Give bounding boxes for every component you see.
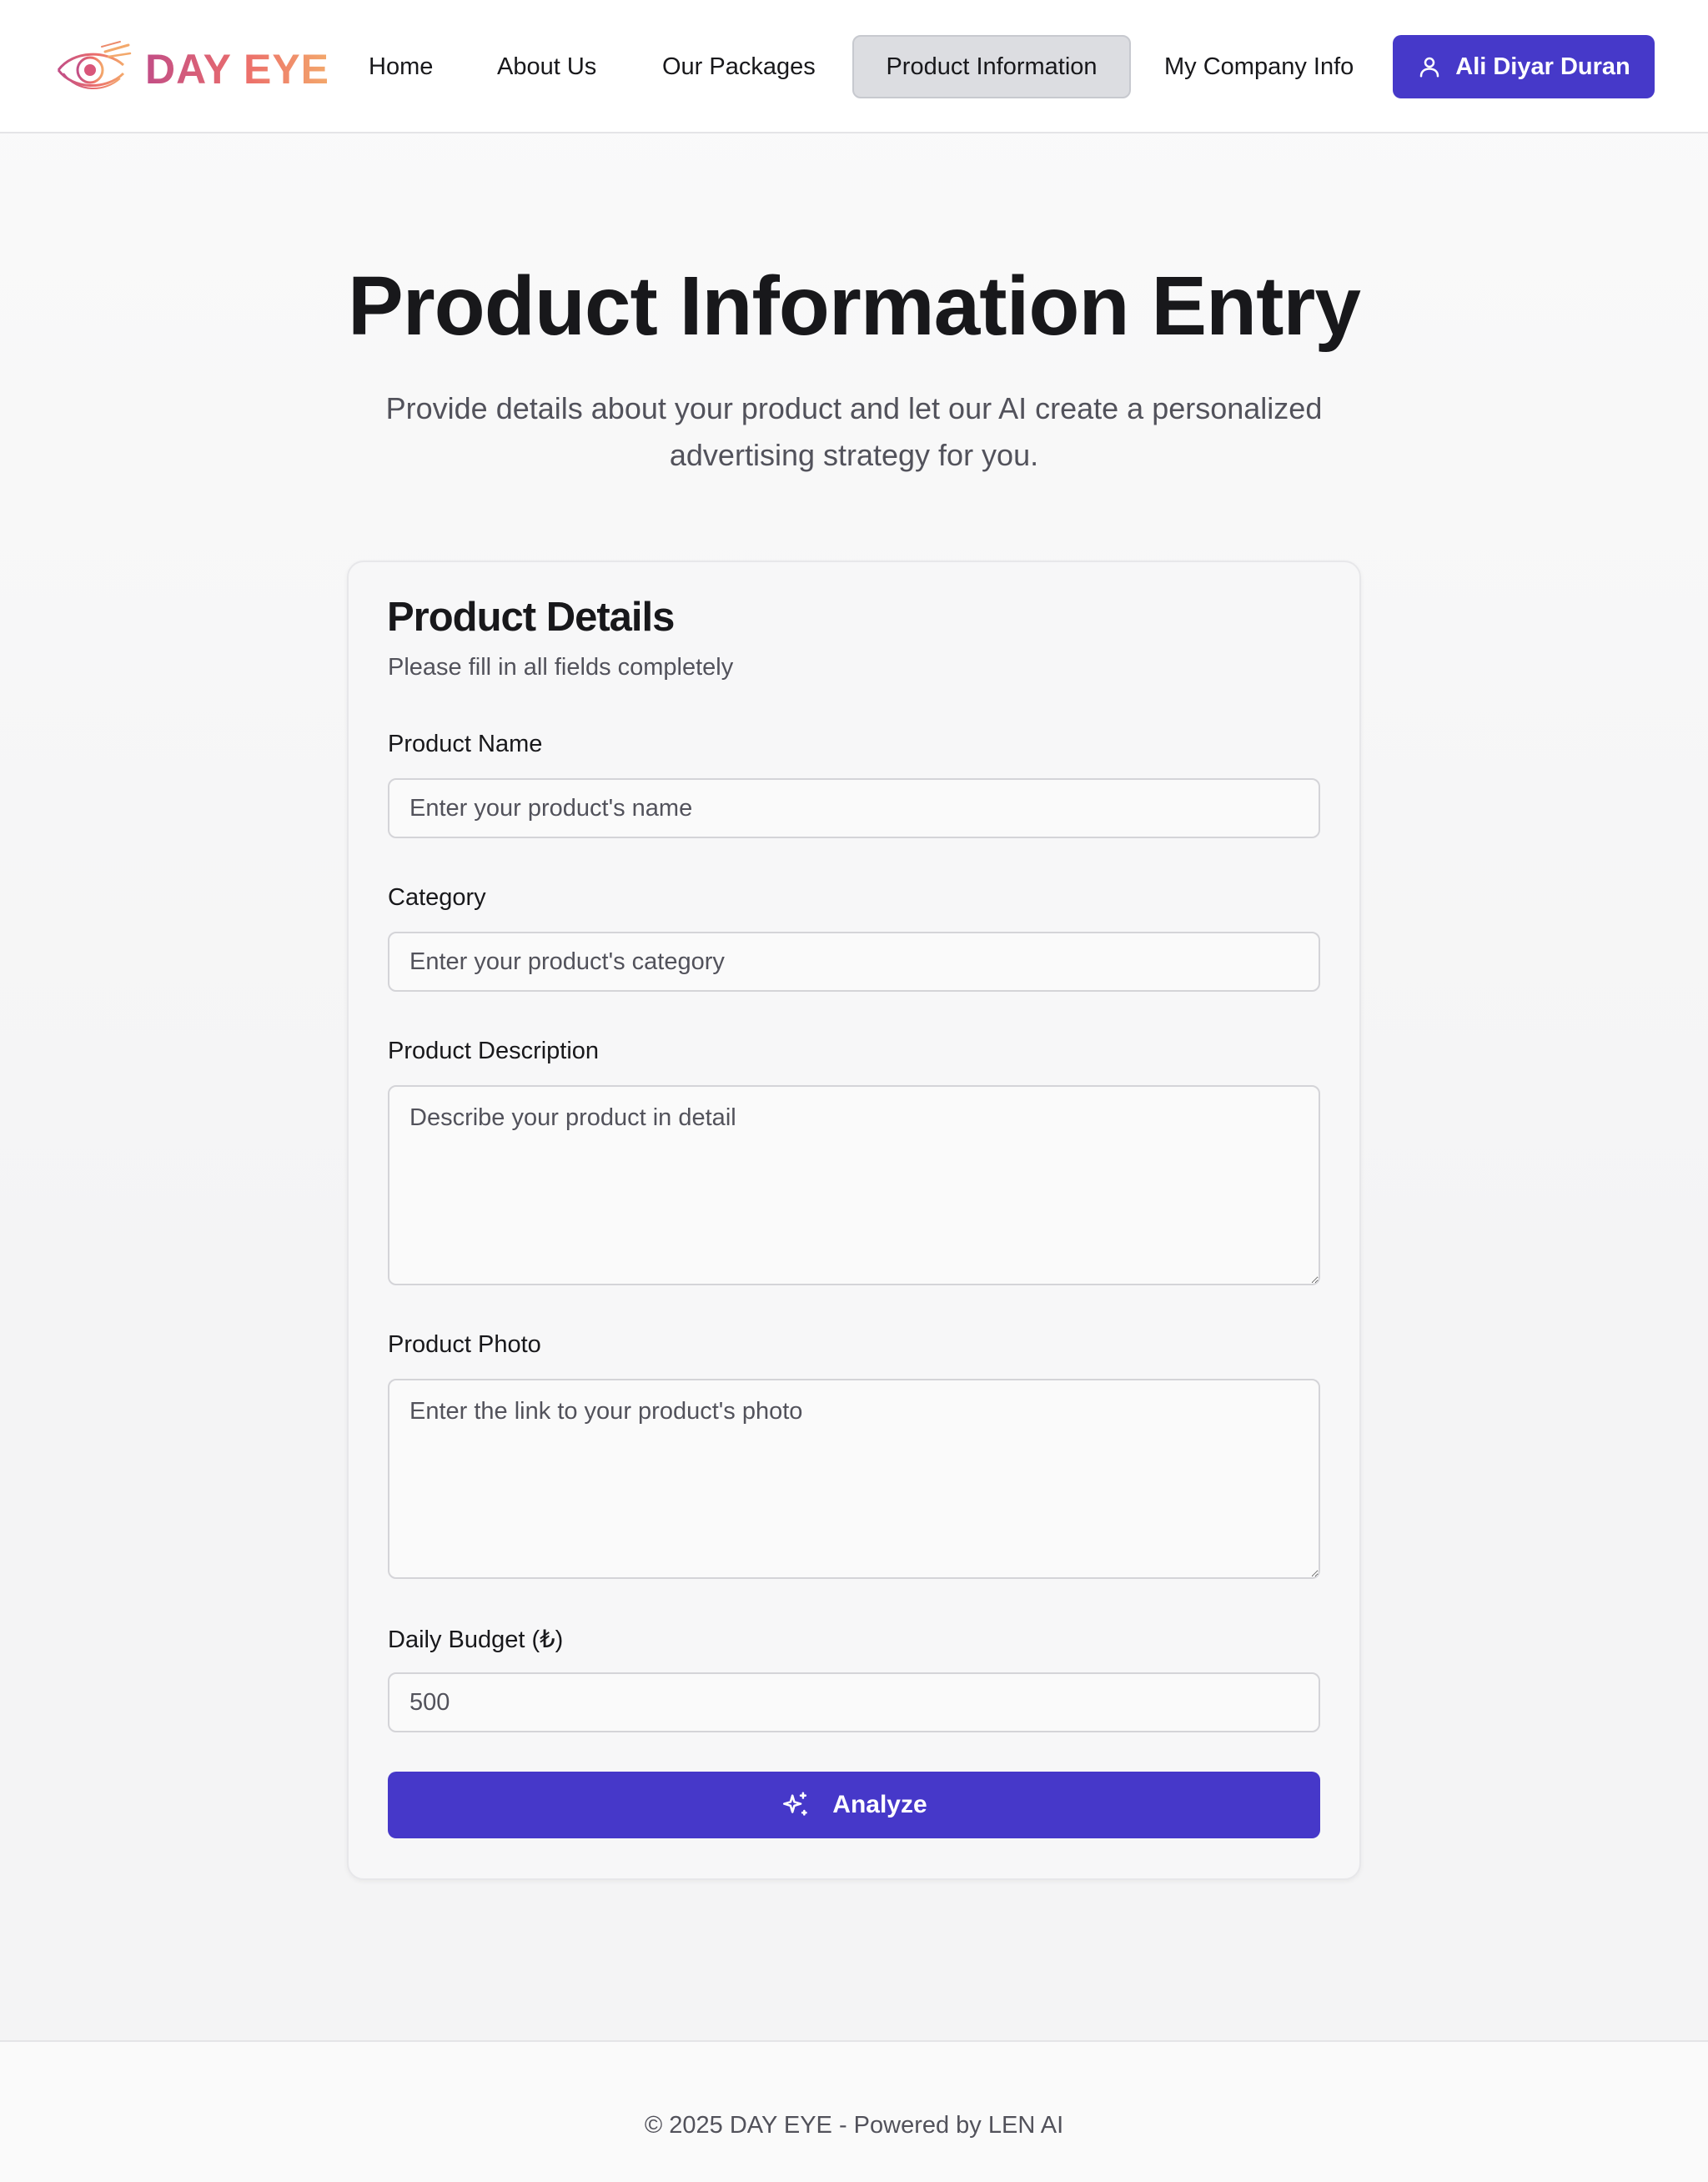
card-description: Please fill in all fields completely: [388, 654, 734, 681]
user-profile-button[interactable]: Ali Diyar Duran: [1393, 35, 1655, 98]
daily-budget-input[interactable]: [388, 1672, 1320, 1732]
product-name-input[interactable]: [388, 778, 1320, 838]
user-name: Ali Diyar Duran: [1455, 53, 1630, 80]
product-name-label: Product Name: [388, 731, 543, 757]
nav-product-information[interactable]: Product Information: [852, 35, 1131, 98]
analyze-button[interactable]: Analyze: [388, 1772, 1320, 1838]
eye-logo-icon: [57, 41, 132, 89]
product-photo-label: Product Photo: [388, 1331, 541, 1358]
nav-our-packages[interactable]: Our Packages: [662, 35, 816, 98]
analyze-button-label: Analyze: [832, 1791, 927, 1818]
nav-home[interactable]: Home: [369, 35, 433, 98]
top-navbar: DAY EYE Home About Us Our Packages Produ…: [0, 0, 1708, 133]
daily-budget-label: Daily Budget (₺): [388, 1626, 564, 1653]
page-title: Product Information Entry: [348, 259, 1361, 353]
user-icon: [1420, 57, 1439, 78]
page-footer: © 2025 DAY EYE - Powered by LEN AI: [0, 2040, 1708, 2182]
product-description-textarea[interactable]: [388, 1085, 1320, 1285]
brand-logo[interactable]: DAY EYE: [55, 40, 329, 98]
category-input[interactable]: [388, 932, 1320, 992]
product-description-label: Product Description: [388, 1038, 600, 1064]
nav-about-us[interactable]: About Us: [497, 35, 596, 98]
card-title: Product Details: [387, 595, 675, 640]
footer-copyright: © 2025 DAY EYE - Powered by LEN AI: [644, 2112, 1064, 2139]
brand-name: DAY EYE: [145, 46, 330, 93]
sparkles-icon: [783, 1792, 808, 1816]
nav-my-company-info[interactable]: My Company Info: [1164, 35, 1354, 98]
product-photo-textarea[interactable]: [388, 1379, 1320, 1579]
category-label: Category: [388, 884, 486, 911]
page-subtitle: Provide details about your product and l…: [385, 391, 1323, 472]
